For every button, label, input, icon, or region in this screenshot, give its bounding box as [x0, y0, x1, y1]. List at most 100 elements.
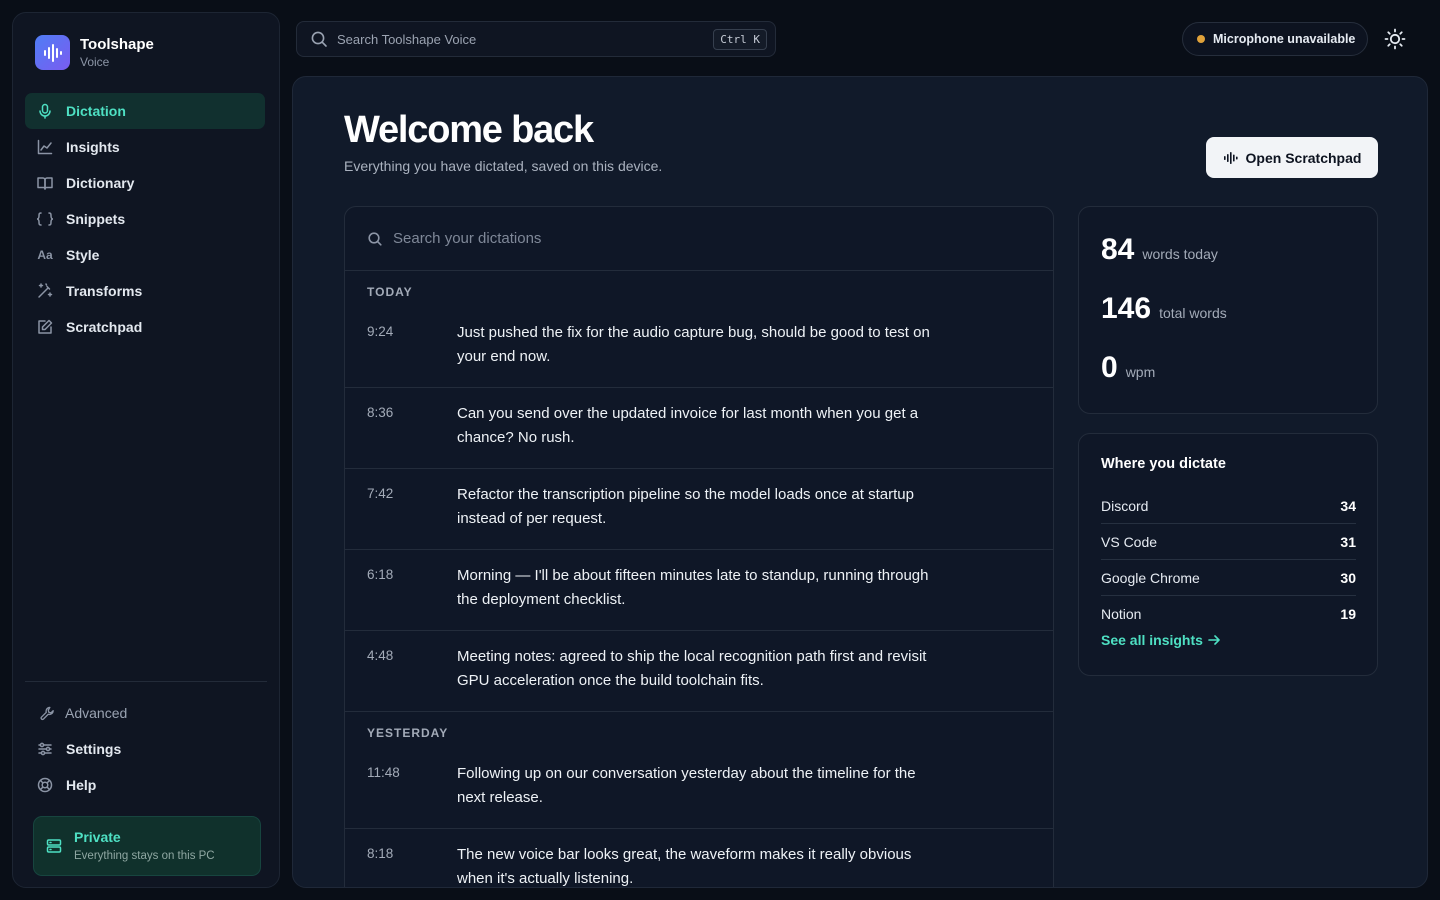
server-icon — [46, 838, 64, 856]
sidebar-item-transforms[interactable]: Transforms — [25, 273, 265, 309]
primary-nav: Dictation Insights Dictionary Snippets A… — [25, 93, 265, 345]
dictation-entry[interactable]: 8:18 The new voice bar looks great, the … — [345, 829, 1053, 887]
stat-unit: words today — [1142, 246, 1218, 262]
group-label-yesterday: YESTERDAY — [367, 726, 449, 740]
stat-unit: total words — [1159, 305, 1227, 321]
dictation-entry[interactable]: 11:48 Following up on our conversation y… — [345, 754, 1053, 829]
sun-icon — [1384, 28, 1406, 50]
apps-title: Where you dictate — [1101, 456, 1226, 472]
sidebar-item-dictionary[interactable]: Dictionary — [25, 165, 265, 201]
brand-name: Toolshape — [80, 35, 154, 53]
sidebar-item-label: Snippets — [66, 211, 126, 227]
app-row[interactable]: Discord 34 — [1101, 488, 1356, 524]
group-label-today: TODAY — [367, 285, 413, 299]
sidebar-item-label: Help — [66, 777, 97, 793]
arrow-right-icon — [1207, 633, 1221, 647]
entry-time: 8:18 — [367, 846, 394, 861]
sidebar-item-label: Style — [66, 247, 100, 263]
stat-value: 84 — [1101, 233, 1135, 266]
open-scratchpad-label: Open Scratchpad — [1245, 149, 1362, 166]
stat-value: 146 — [1101, 292, 1152, 325]
dictation-entry[interactable]: 4:48 Meeting notes: agreed to ship the l… — [345, 631, 1053, 712]
app-name: Discord — [1101, 497, 1149, 514]
sidebar-item-label: Transforms — [66, 283, 143, 299]
feed-search-input[interactable] — [393, 230, 993, 247]
sidebar-item-label: Advanced — [65, 705, 128, 721]
open-scratchpad-button[interactable]: Open Scratchpad — [1206, 137, 1378, 178]
book-icon — [36, 174, 54, 192]
microphone-icon — [36, 102, 54, 120]
stat-unit: wpm — [1125, 364, 1156, 380]
app-name: VS Code — [1101, 533, 1158, 550]
entry-text: Refactor the transcription pipeline so t… — [457, 486, 914, 527]
app-count: 19 — [1340, 606, 1356, 622]
sidebar-item-settings[interactable]: Settings — [25, 731, 265, 767]
search-icon — [310, 30, 328, 48]
entry-text: Can you send over the updated invoice fo… — [457, 405, 919, 446]
entry-time: 7:42 — [367, 486, 394, 501]
app-row[interactable]: Google Chrome 30 — [1101, 560, 1356, 596]
page-subtitle: Everything you have dictated, saved on t… — [344, 158, 663, 174]
sidebar-item-label: Settings — [66, 741, 122, 757]
stat-value: 0 — [1101, 351, 1118, 384]
secondary-nav: Advanced Settings Help — [25, 695, 265, 803]
main-panel: Welcome back Everything you have dictate… — [292, 76, 1428, 888]
app-row[interactable]: Notion 19 — [1101, 596, 1356, 632]
sidebar-item-label: Insights — [66, 139, 120, 155]
theme-toggle-button[interactable] — [1383, 27, 1407, 51]
sidebar-item-label: Dictionary — [66, 175, 135, 191]
dictation-entry[interactable]: 8:36 Can you send over the updated invoi… — [345, 388, 1053, 469]
waveform-logo-icon — [35, 35, 70, 70]
entry-time: 8:36 — [367, 405, 394, 420]
page-title: Welcome back — [344, 109, 594, 151]
sidebar-item-label: Dictation — [66, 103, 126, 119]
sliders-icon — [36, 740, 54, 758]
entry-time: 11:48 — [367, 765, 400, 780]
sidebar-item-insights[interactable]: Insights — [25, 129, 265, 165]
search-icon — [367, 231, 383, 247]
edit-square-icon — [36, 318, 54, 336]
sidebar-item-advanced[interactable]: Advanced — [25, 695, 265, 731]
entry-text: Meeting notes: agreed to ship the local … — [457, 648, 927, 689]
sidebar-item-help[interactable]: Help — [25, 767, 265, 803]
braces-icon — [36, 210, 54, 228]
see-all-label: See all insights — [1101, 632, 1203, 648]
feed-search[interactable] — [345, 207, 1053, 271]
chart-line-icon — [36, 138, 54, 156]
sidebar: Toolshape Voice Dictation Insights Dicti… — [12, 12, 280, 888]
dictation-entry[interactable]: 9:24 Just pushed the fix for the audio c… — [345, 313, 1053, 388]
microphone-status-pill[interactable]: Microphone unavailable — [1182, 22, 1368, 56]
global-search-input[interactable] — [337, 31, 697, 47]
see-all-insights-link[interactable]: See all insights — [1101, 632, 1221, 648]
sidebar-item-snippets[interactable]: Snippets — [25, 201, 265, 237]
app-count: 30 — [1340, 569, 1356, 586]
global-search[interactable]: Ctrl K — [296, 21, 776, 57]
sidebar-divider — [25, 681, 267, 682]
microphone-status-label: Microphone unavailable — [1213, 32, 1356, 46]
app-name: Notion — [1101, 606, 1142, 622]
apps-card: Where you dictate Discord 34 VS Code 31 … — [1078, 433, 1378, 676]
app-count: 31 — [1340, 533, 1356, 550]
sidebar-item-style[interactable]: Aa Style — [25, 237, 265, 273]
dictation-entry[interactable]: 6:18 Morning — I'll be about fifteen min… — [345, 550, 1053, 631]
search-shortcut-badge: Ctrl K — [713, 29, 767, 50]
status-dot-icon — [1197, 35, 1205, 43]
stat-wpm: 0 wpm — [1101, 351, 1155, 385]
privacy-subtitle: Everything stays on this PC — [74, 850, 215, 862]
app-row[interactable]: VS Code 31 — [1101, 524, 1356, 560]
privacy-title: Private — [74, 829, 121, 845]
sidebar-item-label: Scratchpad — [66, 319, 143, 335]
entry-time: 4:48 — [367, 648, 394, 663]
stat-total-words: 146 total words — [1101, 292, 1227, 326]
sidebar-item-scratchpad[interactable]: Scratchpad — [25, 309, 265, 345]
lifebuoy-icon — [36, 776, 54, 794]
dictation-entry[interactable]: 7:42 Refactor the transcription pipeline… — [345, 469, 1053, 550]
type-icon: Aa — [37, 248, 53, 262]
entry-text: Following up on our conversation yesterd… — [457, 765, 916, 806]
wrench-icon — [38, 704, 56, 722]
app-count: 34 — [1340, 497, 1356, 514]
brand[interactable]: Toolshape Voice — [35, 35, 154, 70]
entry-time: 9:24 — [367, 324, 394, 339]
stats-card: 84 words today 146 total words 0 wpm — [1078, 206, 1378, 414]
sidebar-item-dictation[interactable]: Dictation — [25, 93, 265, 129]
